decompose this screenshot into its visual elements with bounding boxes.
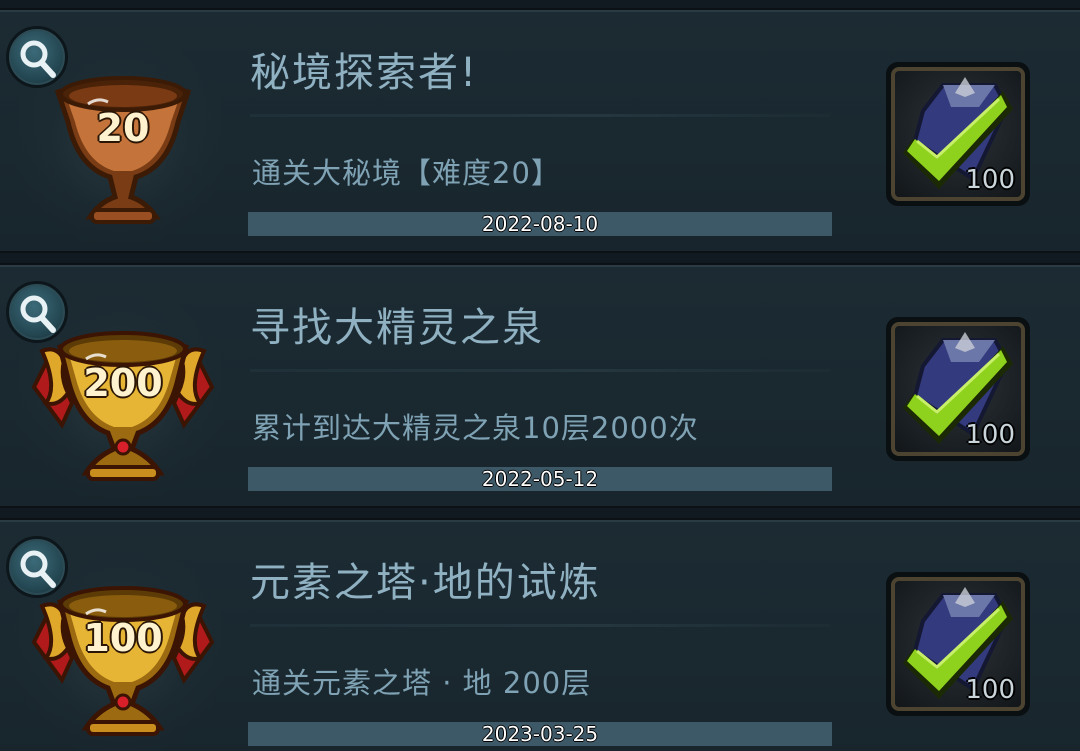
achievement-card[interactable]: 100 元素之塔·地的试炼 通关元素之塔 · 地 200层 2023-03-25 [0, 518, 1080, 751]
achievement-title: 寻找大精灵之泉 [250, 305, 544, 351]
achievement-title: 元素之塔·地的试炼 [250, 560, 601, 606]
trophy-level: 20 [96, 105, 151, 151]
achievement-list: 20 秘境探索者! 通关大秘境【难度20】 2022-08-10 100 200… [0, 0, 1080, 751]
reward-count: 100 [965, 675, 1015, 705]
achievement-date: 2023-03-25 [481, 722, 599, 746]
trophy-level: 200 [82, 360, 163, 406]
search-icon[interactable] [6, 536, 68, 598]
reward-count: 100 [965, 165, 1015, 195]
reward-slot[interactable]: 100 [886, 572, 1030, 716]
divider [250, 114, 830, 117]
achievement-date: 2022-05-12 [481, 467, 599, 491]
achievement-description: 累计到达大精灵之泉10层2000次 [252, 411, 699, 445]
reward-slot[interactable]: 100 [886, 317, 1030, 461]
search-icon[interactable] [6, 26, 68, 88]
achievement-card[interactable]: 200 寻找大精灵之泉 累计到达大精灵之泉10层2000次 2022-05-12 [0, 263, 1080, 508]
achievement-card[interactable]: 20 秘境探索者! 通关大秘境【难度20】 2022-08-10 100 [0, 8, 1080, 253]
search-icon[interactable] [6, 281, 68, 343]
date-bar: 2023-03-25 [248, 722, 832, 746]
achievement-date: 2022-08-10 [481, 212, 599, 236]
reward-count: 100 [965, 420, 1015, 450]
achievement-description: 通关大秘境【难度20】 [252, 156, 561, 190]
date-bar: 2022-05-12 [248, 467, 832, 491]
trophy-level: 100 [82, 615, 163, 661]
achievement-title: 秘境探索者! [250, 50, 479, 96]
achievement-description: 通关元素之塔 · 地 200层 [252, 666, 592, 700]
reward-slot[interactable]: 100 [886, 62, 1030, 206]
divider [250, 369, 830, 372]
divider [250, 624, 830, 627]
date-bar: 2022-08-10 [248, 212, 832, 236]
